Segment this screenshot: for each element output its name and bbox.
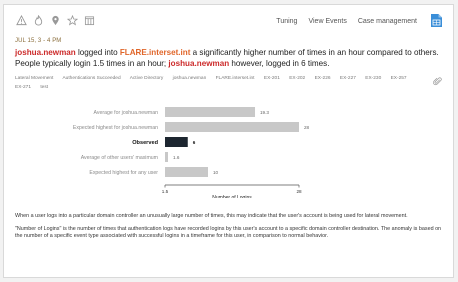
bar-value-label: 1.6 — [173, 155, 180, 160]
case-management-link[interactable]: Case management — [358, 18, 417, 25]
spreadsheet-export-icon[interactable] — [431, 14, 442, 27]
columns-icon[interactable] — [83, 14, 95, 26]
bar-category-label: Expected highest for any user — [89, 170, 158, 176]
anomaly-card: Tuning View Events Case management JUL 1… — [3, 4, 454, 278]
bar-value-label: 19.3 — [260, 110, 269, 115]
tag-item[interactable]: EX-230 — [365, 76, 381, 81]
logins-bar-chart: Average for joshua.newman 19.3 Expected hi… — [14, 102, 444, 198]
toolbar-actions: Tuning View Events Case management — [276, 18, 417, 25]
bar-category-label: Observed — [132, 140, 158, 146]
tag-list: Lateral Movement Authentications Succeed… — [15, 74, 425, 92]
headline-text-1: logged into — [75, 48, 120, 57]
toolbar-icons — [15, 14, 95, 26]
view-events-link[interactable]: View Events — [308, 18, 346, 25]
tag-item[interactable]: Active Directory — [130, 76, 164, 81]
timestamp: JUL 15, 3 - 4 PM — [15, 38, 62, 44]
tag-item[interactable]: Lateral Movement — [15, 76, 53, 81]
tag-item[interactable]: EX-202 — [289, 76, 305, 81]
bar-value-label: 28 — [304, 125, 310, 130]
tag-item[interactable]: EX-227 — [340, 76, 356, 81]
tag-item[interactable]: test — [40, 85, 48, 90]
x-tick-label: 28 — [296, 189, 302, 194]
user-link-2[interactable]: joshua.newman — [168, 59, 229, 68]
fire-icon[interactable] — [32, 14, 44, 26]
bar-category-label: Average of other users' maximum — [81, 155, 158, 161]
bar-category-label: Expected highest for joshua.newman — [73, 125, 158, 131]
bar-value-label: 6 — [193, 140, 196, 145]
tag-item[interactable]: EX-271 — [15, 85, 31, 90]
bar-category-label: Average for joshua.newman — [94, 110, 159, 116]
bar-value-label: 10 — [213, 170, 219, 175]
tag-item[interactable]: EX-201 — [264, 76, 280, 81]
card-toolbar: Tuning View Events Case management — [4, 5, 453, 33]
chart-svg: Average for joshua.newman 19.3 Expected hi… — [73, 107, 310, 198]
headline-text-3: however, logged in 6 times. — [229, 59, 330, 68]
bar — [165, 167, 208, 177]
anomaly-headline: joshua.newman logged into FLARE.interset… — [15, 47, 451, 69]
star-icon[interactable] — [66, 14, 78, 26]
description-paragraph: "Number of Logins" is the number of time… — [15, 226, 442, 240]
description-paragraph: When a user logs into a particular domai… — [15, 213, 408, 219]
location-pin-icon[interactable] — [49, 14, 61, 26]
x-axis-label: Number of Logins — [212, 195, 252, 198]
paperclip-icon[interactable] — [433, 73, 442, 86]
tag-item[interactable]: EX-226 — [315, 76, 331, 81]
bar — [165, 152, 168, 162]
tag-item[interactable]: joshua.newman — [173, 76, 207, 81]
x-tick-label: 1.5 — [162, 189, 169, 194]
host-link[interactable]: FLARE.interset.int — [120, 48, 191, 57]
tuning-link[interactable]: Tuning — [276, 18, 297, 25]
bar — [165, 122, 299, 132]
bar — [165, 137, 188, 147]
anomaly-description: When a user logs into a particular domai… — [15, 213, 445, 241]
bar — [165, 107, 256, 117]
tag-item[interactable]: Authentications Succeeded — [62, 76, 120, 81]
tag-item[interactable]: EX-257 — [391, 76, 407, 81]
tag-item[interactable]: FLARE.interset.int — [216, 76, 255, 81]
user-link[interactable]: joshua.newman — [15, 48, 76, 57]
warning-icon[interactable] — [15, 14, 27, 26]
